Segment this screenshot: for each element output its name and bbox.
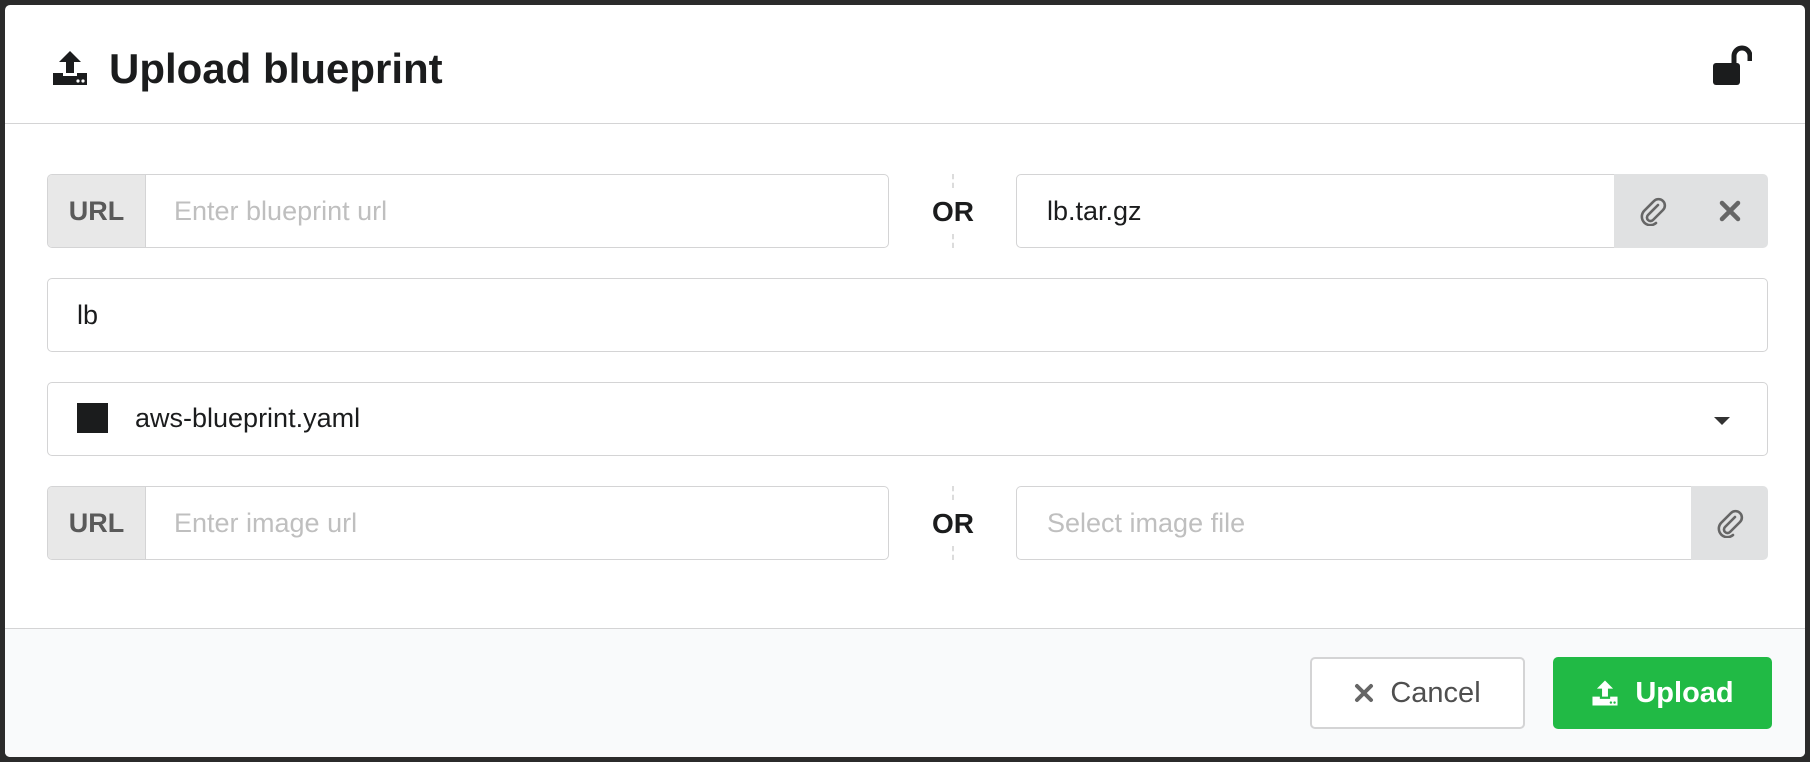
modal-content: URL OR lb.tar.gz lb [5, 124, 1805, 624]
url-label: URL [48, 175, 146, 247]
or-text: OR [932, 508, 974, 539]
upload-blueprint-modal: Upload blueprint URL OR lb.tar.gz [5, 5, 1805, 757]
blueprint-url-input[interactable] [146, 175, 888, 247]
blueprint-url-field: URL [47, 174, 889, 248]
upload-button[interactable]: Upload [1553, 657, 1772, 729]
blueprint-name-input[interactable]: lb [47, 278, 1768, 352]
image-file-placeholder: Select image file [1047, 507, 1246, 538]
unlock-icon[interactable] [1712, 45, 1752, 87]
modal-title: Upload blueprint [109, 45, 443, 92]
or-separator: OR [923, 486, 983, 560]
close-icon [1719, 200, 1740, 222]
upload-label: Upload [1635, 676, 1734, 709]
blueprint-name-value: lb [77, 299, 99, 330]
attach-image-button[interactable] [1691, 486, 1768, 560]
or-text: OR [932, 196, 974, 227]
close-icon [1355, 684, 1374, 702]
blueprint-file-field: lb.tar.gz [1016, 174, 1768, 248]
image-url-input[interactable] [146, 487, 888, 559]
modal-footer: Cancel Upload [5, 628, 1805, 757]
separator-line [952, 174, 954, 188]
paperclip-icon [1640, 197, 1666, 226]
separator-line [952, 546, 954, 560]
upload-icon [1592, 680, 1618, 706]
cancel-label: Cancel [1390, 676, 1481, 709]
image-file-field: Select image file [1016, 486, 1768, 560]
clear-file-button[interactable] [1691, 174, 1768, 248]
modal-header: Upload blueprint [5, 5, 1805, 124]
text-cursor [77, 402, 108, 433]
blueprint-file-name: lb.tar.gz [1047, 195, 1142, 226]
blueprint-file-input[interactable]: lb.tar.gz [1016, 174, 1614, 248]
upload-icon [53, 51, 87, 85]
paperclip-icon [1717, 509, 1743, 538]
cancel-button[interactable]: Cancel [1310, 657, 1525, 729]
attach-file-button[interactable] [1614, 174, 1691, 248]
separator-line [952, 234, 954, 248]
blueprint-yaml-dropdown[interactable]: aws-blueprint.yaml [47, 382, 1768, 456]
image-file-input[interactable]: Select image file [1016, 486, 1691, 560]
caret-down-icon [1714, 417, 1730, 425]
url-label: URL [48, 487, 146, 559]
image-url-field: URL [47, 486, 889, 560]
blueprint-yaml-value: aws-blueprint.yaml [135, 403, 361, 434]
or-separator: OR [923, 174, 983, 248]
separator-line [952, 486, 954, 500]
